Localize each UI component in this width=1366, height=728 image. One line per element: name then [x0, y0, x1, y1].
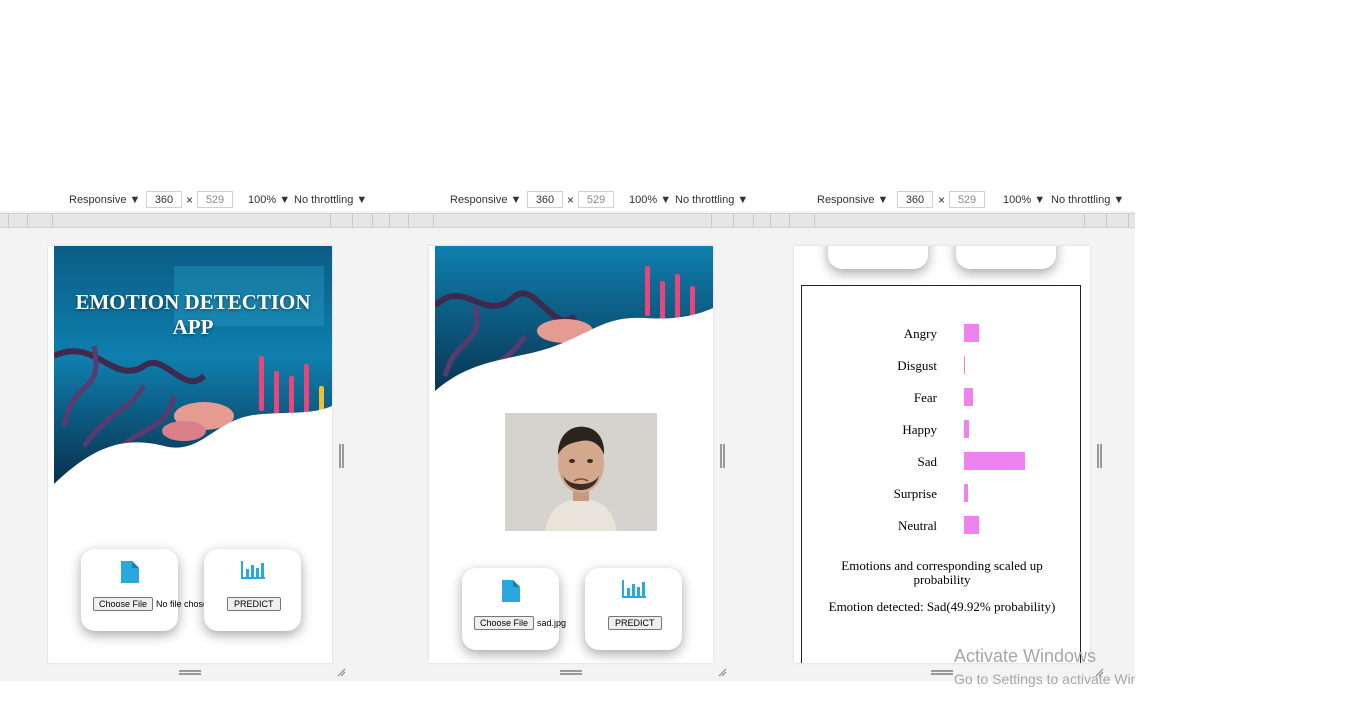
predict-card: PREDICT	[204, 549, 301, 631]
emotion-bar-fear	[964, 388, 973, 406]
predict-button[interactable]: PREDICT	[227, 597, 281, 611]
throttling-dropdown[interactable]: No throttling ▼	[675, 194, 748, 206]
device-viewport: Angry Disgust Fear Happy Sad Surprise Neutral …	[794, 246, 1090, 663]
results-panel: Angry Disgust Fear Happy Sad Surprise Neutral …	[801, 285, 1081, 663]
throttling-dropdown[interactable]: No throttling ▼	[294, 194, 367, 206]
choose-file-button[interactable]: Choose File	[93, 597, 154, 611]
activate-windows-subtitle: Go to Settings to activate Windows.	[954, 671, 1135, 687]
choose-file-button[interactable]: Choose File	[474, 616, 535, 630]
upload-card-partial	[828, 246, 928, 269]
hero-banner: EMOTION DETECTION APP	[52, 246, 332, 494]
emotion-bar-sad	[964, 452, 1025, 470]
resize-handle-right[interactable]	[720, 444, 725, 468]
emotion-bar-happy	[964, 420, 969, 438]
emotion-label-surprise: Surprise	[893, 486, 937, 501]
emotion-label-disgust: Disgust	[897, 358, 937, 373]
emotion-bar-neutral	[964, 516, 979, 534]
device-toolbar: Responsive ▼ 360 × 529 100% ▼ No throttl…	[0, 189, 397, 211]
coral-reef-image	[52, 246, 332, 494]
media-query-ruler	[381, 213, 762, 228]
device-viewport: EMOTION DETECTION APP Choose File No fil…	[48, 246, 332, 663]
zoom-dropdown[interactable]: 100% ▼	[1003, 194, 1045, 206]
emotion-label-sad: Sad	[917, 454, 938, 469]
dimension-separator: ×	[186, 193, 194, 207]
resize-handle-bottom[interactable]	[931, 670, 953, 675]
zoom-dropdown[interactable]: 100% ▼	[248, 194, 290, 206]
throttling-dropdown[interactable]: No throttling ▼	[1051, 194, 1124, 206]
media-query-ruler	[0, 213, 381, 228]
file-icon	[501, 580, 520, 602]
height-input[interactable]: 529	[578, 191, 614, 208]
dimension-separator: ×	[938, 193, 946, 207]
resize-handle-right[interactable]	[339, 444, 344, 468]
device-mode-dropdown[interactable]: Responsive ▼	[817, 194, 888, 206]
emotion-bar-surprise	[964, 484, 968, 502]
chart-caption: Emotions and corresponding scaled up pro…	[841, 558, 1043, 587]
app-title: EMOTION DETECTION APP	[75, 290, 311, 339]
width-input[interactable]: 360	[897, 191, 933, 208]
activate-windows-title: Activate Windows	[954, 646, 1097, 666]
devtools-panel-1: Responsive ▼ 360 × 529 100% ▼ No throttl…	[0, 189, 397, 681]
dimension-separator: ×	[567, 193, 575, 207]
devtools-panel-3: Responsive ▼ 360 × 529 100% ▼ No throttl…	[762, 189, 1135, 681]
predict-card: PREDICT	[585, 568, 682, 650]
file-status: sad.jpg	[537, 618, 567, 628]
throttling-label: No throttling	[294, 194, 354, 206]
emotion-bar-disgust	[964, 356, 965, 374]
device-toolbar: Responsive ▼ 360 × 529 100% ▼ No throttl…	[381, 189, 762, 211]
zoom-label: 100%	[248, 194, 277, 206]
emotion-label-happy: Happy	[902, 422, 937, 437]
zoom-label: 100%	[1003, 194, 1032, 206]
emotion-label-fear: Fear	[913, 390, 937, 405]
device-mode-dropdown[interactable]: Responsive ▼	[450, 194, 521, 206]
detected-emotion: Emotion detected: Sad(49.92% probability…	[828, 599, 1056, 614]
bar-chart-icon	[240, 561, 265, 579]
device-mode-label: Responsive	[817, 194, 875, 206]
devtools-panel-2: Responsive ▼ 360 × 529 100% ▼ No throttl…	[381, 189, 762, 681]
emotion-label-neutral: Neutral	[898, 518, 937, 533]
resize-corner-icon[interactable]	[717, 667, 727, 677]
bar-chart-icon	[621, 580, 646, 598]
media-query-ruler	[762, 213, 1135, 228]
device-mode-label: Responsive	[450, 194, 508, 206]
coral-reef-image	[432, 246, 713, 396]
device-toolbar: Responsive ▼ 360 × 529 100% ▼ No throttl…	[762, 189, 1135, 211]
throttling-label: No throttling	[675, 194, 735, 206]
device-mode-label: Responsive	[69, 194, 127, 206]
width-input[interactable]: 360	[527, 191, 563, 208]
device-mode-dropdown[interactable]: Responsive ▼	[69, 194, 140, 206]
predict-card-partial	[956, 246, 1056, 269]
height-input[interactable]: 529	[197, 191, 233, 208]
device-viewport: Choose File sad.jpg PREDICT	[429, 246, 713, 663]
resize-handle-right[interactable]	[1097, 444, 1102, 468]
zoom-label: 100%	[629, 194, 658, 206]
upload-card: Choose File sad.jpg	[462, 568, 566, 650]
zoom-dropdown[interactable]: 100% ▼	[629, 194, 671, 206]
throttling-label: No throttling	[1051, 194, 1111, 206]
hero-banner	[432, 246, 713, 396]
upload-card: Choose File No file chosen	[81, 549, 213, 631]
file-icon	[120, 561, 139, 583]
emotion-label-angry: Angry	[903, 326, 937, 341]
uploaded-photo	[505, 413, 657, 531]
height-input[interactable]: 529	[949, 191, 985, 208]
resize-handle-bottom[interactable]	[560, 670, 582, 675]
predict-button[interactable]: PREDICT	[608, 616, 662, 630]
resize-handle-bottom[interactable]	[179, 670, 201, 675]
width-input[interactable]: 360	[146, 191, 182, 208]
resize-corner-icon[interactable]	[336, 667, 346, 677]
emotion-bar-angry	[964, 324, 979, 342]
